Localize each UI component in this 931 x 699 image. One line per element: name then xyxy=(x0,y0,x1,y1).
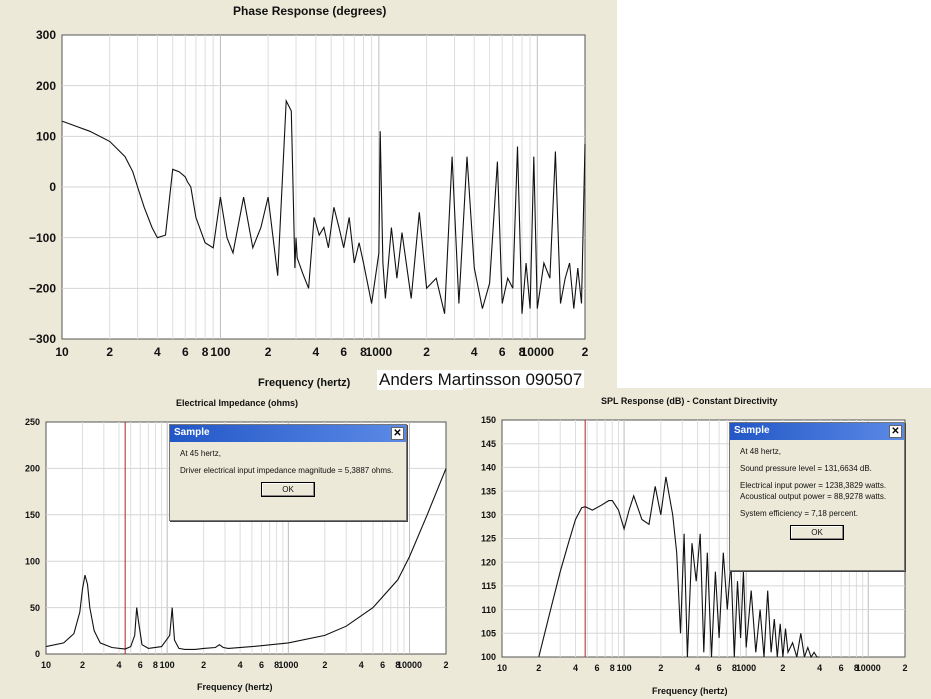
x-tick-label: 10 xyxy=(55,345,69,359)
x-tick-label: 4 xyxy=(471,345,478,359)
y-tick-label: −200 xyxy=(29,282,56,296)
impedance-dialog-line: Driver electrical input impedance magnit… xyxy=(180,466,394,475)
impedance-panel: Electrical Impedance (ohms) 250 200 150 100… xyxy=(0,390,463,699)
spl-dialog-line: Electrical input power = 1238,3829 watts… xyxy=(740,481,887,490)
y-tick-label: 100 xyxy=(481,652,496,662)
x-tick-label: 6 xyxy=(594,663,599,673)
x-tick-label: 10000 xyxy=(856,663,881,673)
x-tick-label: 6 xyxy=(717,663,722,673)
x-tick-label: 2 xyxy=(443,660,448,670)
close-icon[interactable]: ✕ xyxy=(889,425,902,438)
x-tick-label: 100 xyxy=(210,345,230,359)
close-icon[interactable]: ✕ xyxy=(391,427,404,440)
x-tick-label: 2 xyxy=(582,345,589,359)
y-tick-label: 50 xyxy=(30,603,40,613)
phase-response-panel: Phase Response (degrees) 300 200 100 0 −100−… xyxy=(0,0,617,392)
x-tick-label: 100 xyxy=(617,663,632,673)
y-tick-label: 0 xyxy=(49,180,56,194)
y-tick-label: 200 xyxy=(36,79,56,93)
y-tick-label: 150 xyxy=(481,415,496,425)
x-tick-label: 2 xyxy=(201,660,206,670)
spl-dialog-line: Sound pressure level = 131,6634 dB. xyxy=(740,464,872,473)
ok-button[interactable]: OK xyxy=(790,525,844,540)
x-tick-label: 100 xyxy=(160,660,175,670)
x-tick-label: 10 xyxy=(497,663,507,673)
x-tick-label: 6 xyxy=(499,345,506,359)
x-tick-label: 4 xyxy=(116,660,121,670)
y-tick-label: 130 xyxy=(481,510,496,520)
x-tick-label: 1000 xyxy=(736,663,756,673)
phase-x-axis-title: Frequency (hertz) xyxy=(258,377,351,389)
impedance-dialog-body: At 45 hertz, Driver electrical input imp… xyxy=(170,442,406,503)
y-tick-label: −100 xyxy=(29,231,56,245)
x-tick-label: 2 xyxy=(780,663,785,673)
y-tick-label: 145 xyxy=(481,439,496,449)
y-tick-label: 140 xyxy=(481,463,496,473)
x-tick-label: 4 xyxy=(573,663,578,673)
impedance-dialog-title: Sample xyxy=(174,427,210,438)
y-tick-label: 200 xyxy=(25,464,40,474)
x-tick-label: 2 xyxy=(658,663,663,673)
y-tick-label: 250 xyxy=(25,417,40,427)
x-tick-label: 1000 xyxy=(278,660,298,670)
spl-dialog-line: System efficiency = 7,18 percent. xyxy=(740,509,858,518)
impedance-dialog-line: At 45 hertz, xyxy=(180,449,221,458)
blank-area xyxy=(617,0,931,388)
impedance-x-axis-title: Frequency (hertz) xyxy=(197,682,273,692)
ok-button[interactable]: OK xyxy=(261,482,315,497)
x-tick-label: 6 xyxy=(259,660,264,670)
x-tick-label: 4 xyxy=(359,660,364,670)
x-tick-label: 8 xyxy=(153,660,158,670)
x-tick-label: 4 xyxy=(238,660,243,670)
y-tick-label: 115 xyxy=(481,581,496,591)
y-tick-label: 105 xyxy=(481,628,496,638)
y-tick-label: 100 xyxy=(36,130,56,144)
spl-dialog-line: Acoustical output power = 88,9278 watts. xyxy=(740,492,887,501)
x-tick-label: 2 xyxy=(322,660,327,670)
x-tick-label: 10000 xyxy=(521,345,555,359)
y-tick-label: 135 xyxy=(481,486,496,496)
x-tick-label: 4 xyxy=(154,345,161,359)
x-tick-label: 6 xyxy=(138,660,143,670)
x-tick-label: 2 xyxy=(536,663,541,673)
x-tick-label: 8 xyxy=(202,345,209,359)
x-tick-label: 6 xyxy=(839,663,844,673)
x-tick-label: 1000 xyxy=(366,345,393,359)
x-tick-label: 8 xyxy=(610,663,615,673)
x-tick-label: 6 xyxy=(182,345,189,359)
x-tick-label: 2 xyxy=(106,345,113,359)
spl-panel: SPL Response (dB) - Constant Directivity… xyxy=(463,388,931,699)
x-tick-label: 6 xyxy=(380,660,385,670)
author-note: Anders Martinsson 090507 xyxy=(377,370,585,390)
y-tick-label: 100 xyxy=(25,556,40,566)
y-tick-label: 150 xyxy=(25,510,40,520)
spl-dialog-titlebar: Sample ✕ xyxy=(730,423,904,440)
x-tick-label: 6 xyxy=(340,345,347,359)
spl-dialog-title: Sample xyxy=(734,425,770,436)
x-tick-label: 2 xyxy=(902,663,907,673)
y-tick-label: 300 xyxy=(36,28,56,42)
phase-chart: 3002001000−100−200−30010 2 4 6 8 100 2 4 6 81000 2… xyxy=(29,28,589,359)
x-tick-label: 4 xyxy=(817,663,822,673)
impedance-dialog-titlebar: Sample ✕ xyxy=(170,425,406,442)
author-note-text: Anders Martinsson 090507 xyxy=(379,370,583,389)
x-tick-label: 2 xyxy=(265,345,272,359)
y-tick-label: 110 xyxy=(481,605,496,615)
y-tick-label: −300 xyxy=(29,332,56,346)
x-tick-label: 4 xyxy=(695,663,700,673)
x-tick-label: 2 xyxy=(80,660,85,670)
spl-sample-dialog: Sample ✕ At 48 hertz, Sound pressure lev… xyxy=(729,422,905,571)
y-tick-label: 125 xyxy=(481,534,496,544)
y-tick-label: 120 xyxy=(481,557,496,567)
impedance-sample-dialog: Sample ✕ At 45 hertz, Driver electrical … xyxy=(169,424,407,521)
spl-x-axis-title: Frequency (hertz) xyxy=(652,686,728,696)
x-tick-label: 10000 xyxy=(397,660,422,670)
x-tick-label: 10 xyxy=(41,660,51,670)
spl-dialog-body: At 48 hertz, Sound pressure level = 131,… xyxy=(730,440,904,546)
spl-dialog-line: At 48 hertz, xyxy=(740,447,781,456)
x-tick-label: 4 xyxy=(312,345,319,359)
y-tick-label: 0 xyxy=(35,649,40,659)
x-tick-label: 2 xyxy=(423,345,430,359)
